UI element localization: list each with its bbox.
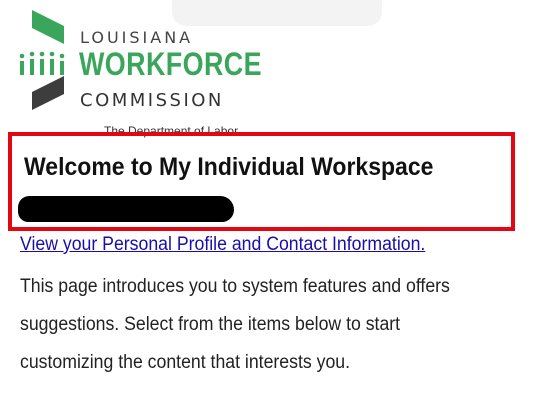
redacted-user-name: [18, 196, 234, 222]
view-profile-link[interactable]: View your Personal Profile and Contact I…: [20, 234, 425, 256]
page-title: Welcome to My Individual Workspace: [24, 153, 434, 181]
intro-line: suggestions. Select from the items below…: [20, 314, 401, 335]
intro-paragraph: This page introduces you to system featu…: [20, 268, 541, 382]
logo-mark-icon: [19, 10, 65, 110]
logo-subtitle: COMMISSION: [80, 90, 224, 111]
intro-line: customizing the content that interests y…: [20, 352, 351, 373]
logo-state-name: LOUISIANA: [80, 28, 194, 47]
intro-line: This page introduces you to system featu…: [20, 276, 450, 297]
logo-wordmark: WORKFORCE: [79, 46, 262, 82]
lwc-logo: LOUISIANA WORKFORCE COMMISSION: [18, 10, 262, 118]
